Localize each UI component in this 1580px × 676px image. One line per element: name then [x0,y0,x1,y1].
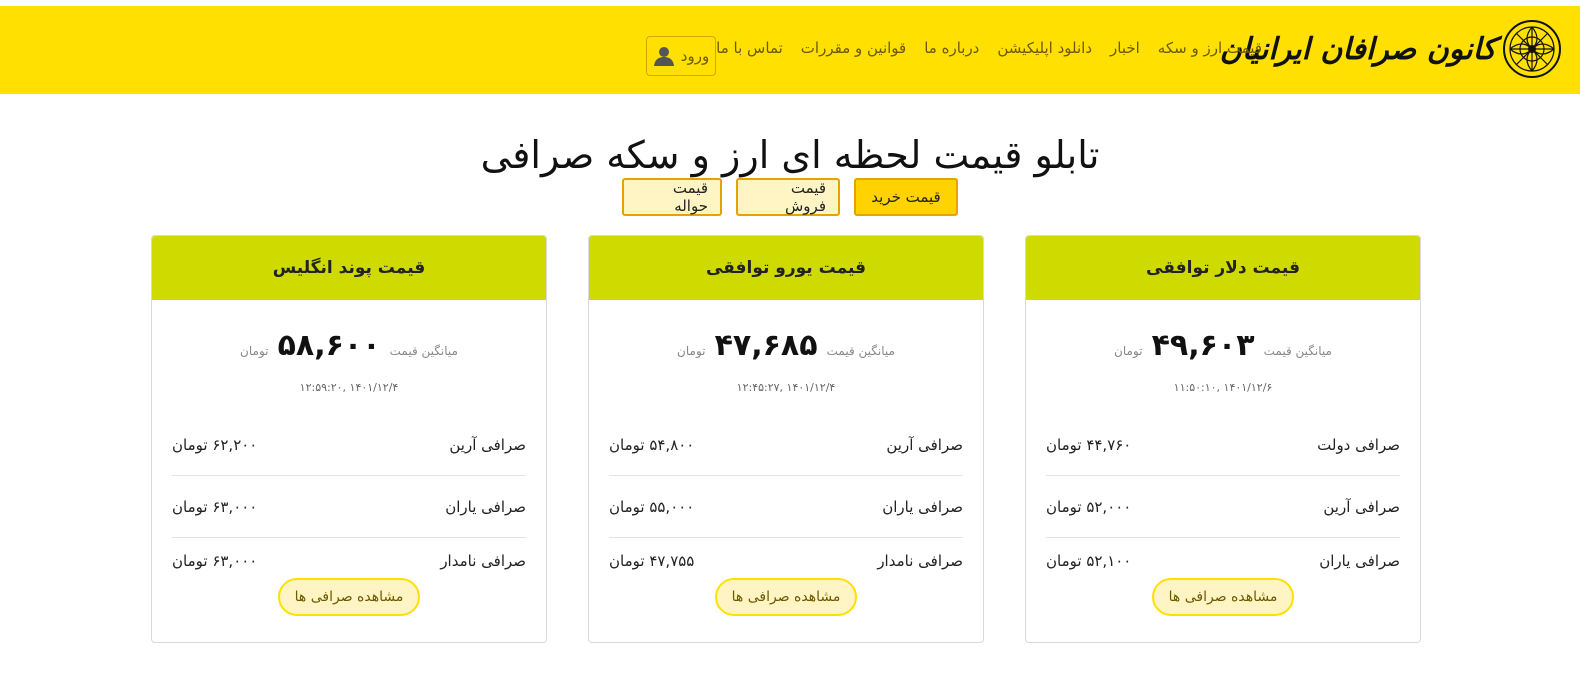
user-icon [653,47,674,66]
page-title: تابلو قیمت لحظه ای ارز و سکه صرافی [480,133,1100,178]
exchange-name: صرافی آرین [886,435,963,454]
exchange-price: ۵۵,۰۰۰ تومان [609,497,695,516]
avg-value: ۵۸,۶۰۰ [277,328,381,363]
view-exchanges-button[interactable]: مشاهده صرافی ها [1152,578,1294,616]
average-price: میانگین قیمت ۴۷,۶۸۵ تومان [589,328,983,363]
exchange-price: ۶۳,۰۰۰ تومان [172,497,258,516]
tab-transfer-price[interactable]: قیمت حواله [622,178,722,216]
nav-contact[interactable]: تماس با ما [716,39,783,57]
avg-label: میانگین قیمت [1263,344,1332,358]
main-nav: قیمت ارز و سکه اخبار دانلود اپلیکیشن درب… [698,39,1262,57]
nav-prices[interactable]: قیمت ارز و سکه [1158,39,1262,57]
update-time: ۱۴۰۱/۱۲/۴ ,۱۲:۵۹:۲۰ [299,381,399,394]
average-price: میانگین قیمت ۵۸,۶۰۰ تومان [152,328,546,363]
login-label: ورود [680,47,710,65]
exchange-name: صرافی آرین [449,435,526,454]
exchange-price: ۵۲,۱۰۰ تومان [1046,552,1132,570]
site-logo[interactable]: کانون صرافان ایرانیان [1220,18,1562,80]
avg-label: میانگین قیمت [826,344,895,358]
avg-unit: تومان [240,344,269,358]
exchange-price: ۵۲,۰۰۰ تومان [1046,497,1132,516]
avg-unit: تومان [1114,344,1143,358]
avg-label: میانگین قیمت [389,344,458,358]
nav-rules[interactable]: قوانین و مقررات [801,39,906,57]
list-item: صرافی آرین ۵۴,۸۰۰ تومان [609,414,963,476]
exchange-list: صرافی دولت ۴۴,۷۶۰ تومان صرافی آرین ۵۲,۰۰… [1046,414,1400,584]
exchange-price: ۵۴,۸۰۰ تومان [609,435,695,454]
exchange-name: صرافی آرین [1323,497,1400,516]
view-exchanges-button[interactable]: مشاهده صرافی ها [715,578,857,616]
tab-sell-price[interactable]: قیمت فروش [736,178,840,216]
exchange-price: ۶۳,۰۰۰ تومان [172,552,258,570]
list-item: صرافی یاران ۵۵,۰۰۰ تومان [609,476,963,538]
card-euro: قیمت یورو توافقی میانگین قیمت ۴۷,۶۸۵ توم… [588,235,984,643]
exchange-list: صرافی آرین ۶۲,۲۰۰ تومان صرافی یاران ۶۳,۰… [172,414,526,584]
exchange-price: ۴۷,۷۵۵ تومان [609,552,695,570]
list-item: صرافی یاران ۶۳,۰۰۰ تومان [172,476,526,538]
view-exchanges-button[interactable]: مشاهده صرافی ها [278,578,420,616]
exchange-name: صرافی یاران [1319,552,1400,570]
list-item: صرافی آرین ۶۲,۲۰۰ تومان [172,414,526,476]
card-dollar: قیمت دلار توافقی میانگین قیمت ۴۹,۶۰۳ توم… [1025,235,1421,643]
exchange-name: صرافی نامدار [877,552,963,570]
exchange-name: صرافی دولت [1317,435,1400,454]
rosette-emblem-icon [1503,20,1561,78]
exchange-price: ۶۲,۲۰۰ تومان [172,435,258,454]
avg-value: ۴۹,۶۰۳ [1151,328,1255,363]
avg-value: ۴۷,۶۸۵ [714,328,818,363]
navbar: کانون صرافان ایرانیان قیمت ارز و سکه اخب… [0,6,1580,94]
avg-unit: تومان [677,344,706,358]
exchange-price: ۴۴,۷۶۰ تومان [1046,435,1132,454]
card-title: قیمت دلار توافقی [1026,236,1420,300]
tab-buy-price[interactable]: قیمت خرید [854,178,958,216]
card-pound: قیمت پوند انگلیس میانگین قیمت ۵۸,۶۰۰ توم… [151,235,547,643]
nav-news[interactable]: اخبار [1110,39,1140,57]
price-type-tabs: قیمت حواله قیمت فروش قیمت خرید [622,178,958,216]
exchange-name: صرافی نامدار [440,552,526,570]
nav-download-app[interactable]: دانلود اپلیکیشن [997,39,1092,57]
login-button[interactable]: ورود [646,36,716,76]
update-time: ۱۴۰۱/۱۲/۶ ,۱۱:۵۰:۱۰ [1173,381,1273,394]
list-item: صرافی دولت ۴۴,۷۶۰ تومان [1046,414,1400,476]
exchange-name: صرافی یاران [882,497,963,516]
exchange-list: صرافی آرین ۵۴,۸۰۰ تومان صرافی یاران ۵۵,۰… [609,414,963,584]
average-price: میانگین قیمت ۴۹,۶۰۳ تومان [1026,328,1420,363]
card-title: قیمت یورو توافقی [589,236,983,300]
exchange-name: صرافی یاران [445,497,526,516]
nav-about[interactable]: درباره ما [924,39,979,57]
list-item: صرافی آرین ۵۲,۰۰۰ تومان [1046,476,1400,538]
update-time: ۱۴۰۱/۱۲/۴ ,۱۲:۴۵:۲۷ [736,381,836,394]
card-title: قیمت پوند انگلیس [152,236,546,300]
